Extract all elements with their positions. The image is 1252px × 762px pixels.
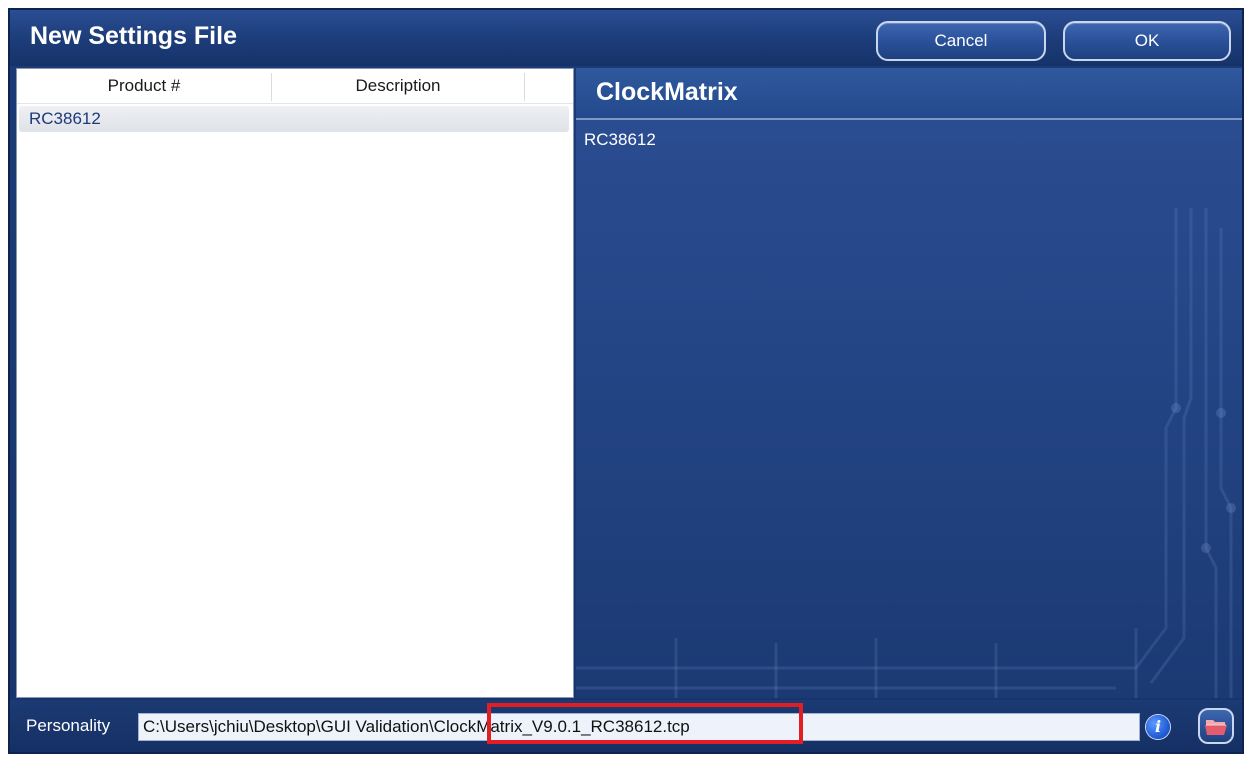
column-divider xyxy=(524,73,525,101)
selected-product-label: RC38612 xyxy=(584,130,656,149)
dialog-title: New Settings File xyxy=(30,22,237,50)
circuit-background xyxy=(576,208,1236,698)
new-settings-dialog: New Settings File Cancel OK Product # De… xyxy=(8,8,1244,754)
open-folder-button[interactable] xyxy=(1198,708,1234,744)
personality-bar: Personality C:\Users\jchiu\Desktop\GUI V… xyxy=(10,700,1242,752)
personality-label: Personality xyxy=(26,716,111,735)
ok-button[interactable]: OK xyxy=(1063,21,1231,61)
personality-path-field[interactable]: C:\Users\jchiu\Desktop\GUI Validation\Cl… xyxy=(138,713,1140,741)
table-row[interactable]: RC38612 xyxy=(19,106,569,132)
column-header-description[interactable]: Description xyxy=(272,69,524,103)
title-bar: New Settings File Cancel OK xyxy=(10,10,1242,66)
product-family-title: ClockMatrix xyxy=(596,78,738,106)
product-list-panel: Product # Description RC38612 xyxy=(16,68,574,698)
cancel-button[interactable]: Cancel xyxy=(876,21,1046,61)
details-header: ClockMatrix xyxy=(576,68,1242,120)
open-folder-icon xyxy=(1205,720,1227,735)
product-details-panel: ClockMatrix RC38612 xyxy=(576,68,1242,698)
product-cell: RC38612 xyxy=(29,109,101,128)
column-header-product[interactable]: Product # xyxy=(17,69,271,103)
table-header: Product # Description xyxy=(17,69,573,104)
info-icon[interactable]: i xyxy=(1146,715,1170,739)
